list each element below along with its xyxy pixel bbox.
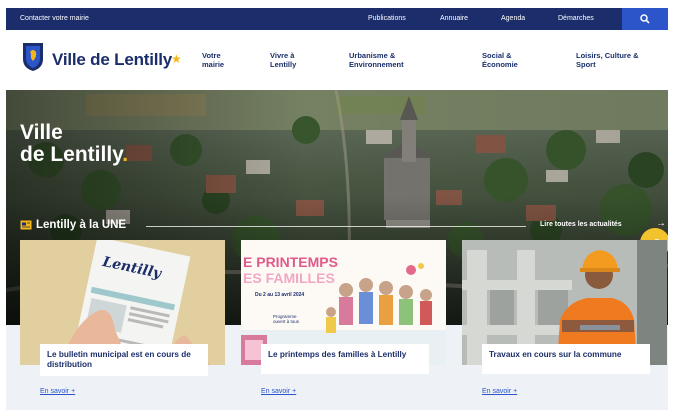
city-shield-logo[interactable] — [22, 42, 44, 72]
nav-votre-mairie[interactable]: Votre mairie — [202, 51, 225, 69]
contact-mairie-link[interactable]: Contacter votre mairie — [20, 15, 89, 22]
newspaper-icon — [20, 220, 32, 230]
printemps-poster-line1: E PRINTEMPS — [243, 254, 338, 270]
printemps-poster-line2: ES FAMILLES — [243, 270, 335, 286]
top-link-annuaire[interactable]: Annuaire — [440, 15, 468, 22]
hero-title-dot: . — [122, 143, 129, 167]
top-utility-bar: Contacter votre mairie Publications Annu… — [6, 8, 668, 30]
read-more-link[interactable]: En savoir + — [482, 388, 517, 395]
nav-label: Sport — [576, 59, 596, 69]
nav-loisirs[interactable]: Loisirs, Culture & Sport — [576, 51, 639, 69]
nav-label: Économie — [482, 59, 518, 69]
une-title-text: Lentilly à la UNE — [36, 219, 127, 231]
card-title[interactable]: Le bulletin municipal est en cours de di… — [40, 344, 208, 376]
read-more-link[interactable]: En savoir + — [40, 388, 75, 395]
une-section-title: Lentilly à la UNE — [20, 219, 126, 231]
nav-social[interactable]: Social & Économie — [482, 51, 518, 69]
nav-vivre-lentilly[interactable]: Vivre à Lentilly — [270, 51, 297, 69]
nav-label: Environnement — [349, 59, 404, 69]
card-title[interactable]: Le printemps des familles à Lentilly — [261, 344, 429, 374]
hero-title: Ville de Lentilly. — [20, 121, 129, 167]
printemps-poster-dates: Du 2 au 13 avril 2024 — [255, 292, 305, 298]
main-header: Ville de Lentilly ★ Votre mairie Vivre à… — [6, 30, 668, 90]
top-link-agenda[interactable]: Agenda — [501, 15, 525, 22]
star-icon: ★ — [171, 52, 182, 66]
nav-urbanisme[interactable]: Urbanisme & Environnement — [349, 51, 404, 69]
nav-label: Lentilly — [270, 59, 297, 69]
read-more-link[interactable]: En savoir + — [261, 388, 296, 395]
top-link-demarches[interactable]: Démarches — [558, 15, 594, 22]
nav-label: mairie — [202, 59, 225, 69]
hero-title-line1: Ville — [20, 121, 63, 144]
site-name[interactable]: Ville de Lentilly — [52, 50, 172, 70]
all-news-link[interactable]: Lire toutes les actualités — [540, 221, 622, 228]
section-divider — [146, 226, 526, 227]
printemps-poster-program: Programme ouvert à tous — [273, 314, 300, 325]
search-icon — [640, 14, 650, 24]
search-button[interactable] — [622, 8, 668, 30]
hero-title-line2: de Lentilly — [20, 143, 123, 167]
top-link-publications[interactable]: Publications — [368, 15, 406, 22]
card-title[interactable]: Travaux en cours sur la commune — [482, 344, 650, 374]
